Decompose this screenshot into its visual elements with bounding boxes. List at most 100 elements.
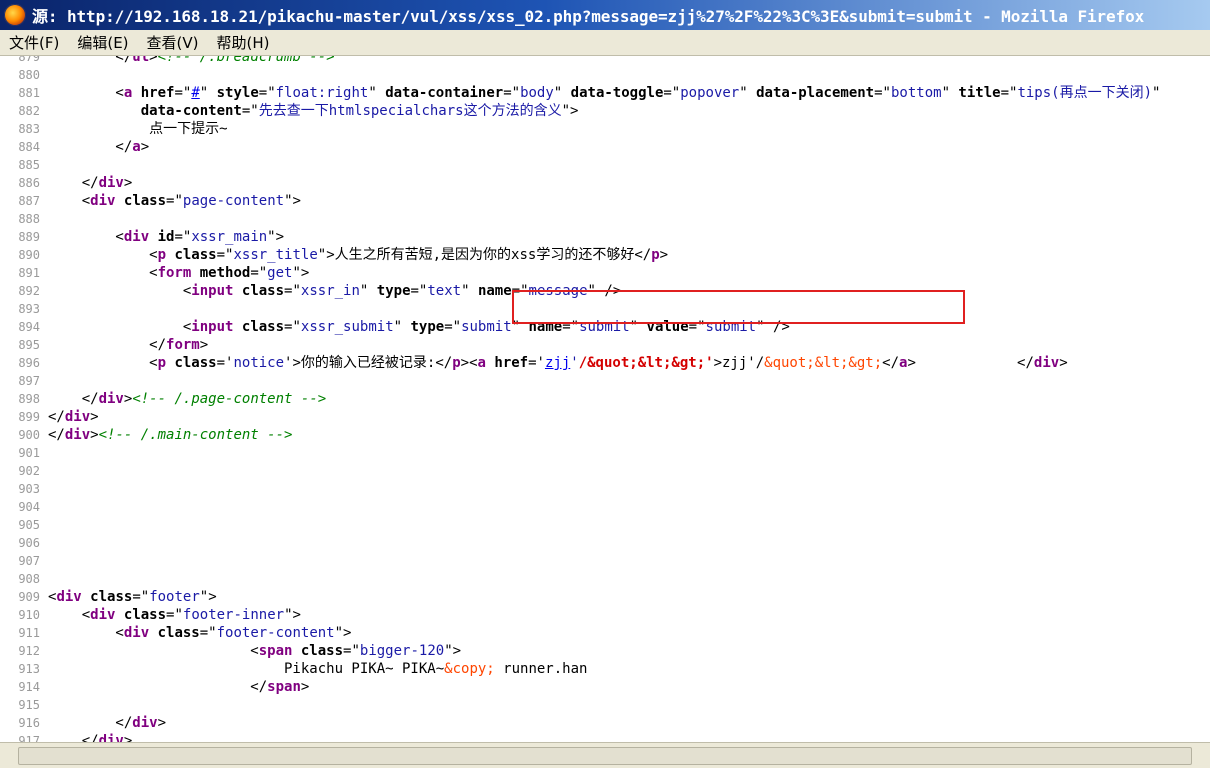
code-token: =" — [284, 319, 301, 335]
line-number: 884 — [18, 140, 40, 154]
code-token: < — [48, 625, 124, 641]
source-line: 896 <p class='notice'>你的输入已经被记录:</p><a h… — [0, 354, 1210, 372]
menu-file[interactable]: 文件(F) — [0, 32, 68, 53]
code-token: div — [123, 625, 150, 641]
scrollbar-thumb[interactable] — [18, 747, 1192, 765]
code-token: Pikachu PIKA~ PIKA~ — [48, 661, 445, 677]
code-token: p — [157, 247, 167, 263]
line-number: 886 — [18, 176, 40, 190]
code-token: '>你的输入已经被记录:</ — [284, 355, 453, 371]
code-token: data-container — [385, 85, 504, 101]
line-code: data-content="先去查一下htmlspecialchars这个方法的… — [48, 102, 579, 120]
line-number: 883 — [18, 122, 40, 136]
code-token: submit — [461, 319, 512, 335]
source-line: 881 <a href="#" style="float:right" data… — [0, 84, 1210, 102]
code-token: 先去查一下htmlspecialchars这个方法的含义 — [258, 103, 562, 119]
line-code: <div id="xssr_main"> — [48, 228, 284, 246]
menu-help[interactable]: 帮助(H) — [208, 32, 279, 53]
code-token: > — [123, 733, 133, 742]
code-token: style — [216, 85, 259, 101]
code-token: div — [64, 409, 91, 425]
code-token: </ — [48, 391, 99, 407]
source-line: 902 — [0, 462, 1210, 480]
code-token[interactable]: zjj — [545, 355, 570, 371]
line-number: 894 — [18, 320, 40, 334]
source-view[interactable]: 879 </ul><!-- /.breadcrumb --> 880 881 <a … — [0, 56, 1210, 742]
line-number: 895 — [18, 338, 40, 352]
code-token: =' — [528, 355, 545, 371]
line-number: 885 — [18, 158, 40, 172]
code-token: " — [941, 85, 959, 101]
source-line: 889 <div id="xssr_main"> — [0, 228, 1210, 246]
code-token: "> — [284, 607, 301, 623]
code-token: < — [48, 193, 91, 209]
code-token: =" — [199, 625, 217, 641]
line-number: 901 — [18, 446, 40, 460]
code-token: =" — [343, 643, 360, 659]
code-token: form — [166, 337, 200, 353]
source-line: 916 </div> — [0, 714, 1210, 732]
line-number: 888 — [18, 212, 40, 226]
line-number: 904 — [18, 500, 40, 514]
code-token: div — [64, 427, 91, 443]
source-line: 879 </ul><!-- /.breadcrumb --> — [0, 56, 1210, 66]
line-code: <form method="get"> — [48, 264, 309, 282]
source-line: 901 — [0, 444, 1210, 462]
code-token: title — [958, 85, 1001, 101]
source-line: 911 <div class="footer-content"> — [0, 624, 1210, 642]
line-number: 898 — [18, 392, 40, 406]
menu-edit[interactable]: 编辑(E) — [68, 32, 137, 53]
code-token: < — [48, 355, 158, 371]
line-number: 899 — [18, 410, 40, 424]
code-token: div — [90, 607, 116, 623]
code-token: =" — [174, 229, 192, 245]
code-token: =" — [241, 103, 259, 119]
code-token: < — [48, 319, 192, 335]
code-token: > — [659, 247, 669, 263]
code-token: name — [477, 283, 512, 299]
line-number: 897 — [18, 374, 40, 388]
line-number: 882 — [18, 104, 40, 118]
line-number: 910 — [18, 608, 40, 622]
line-code: <div class="footer"> — [48, 588, 217, 606]
code-token: p — [452, 355, 461, 371]
code-token: p — [157, 355, 167, 371]
line-code: <p class="xssr_title">人生之所有苦短,是因为你的xss学习… — [48, 246, 668, 264]
code-token: "> — [199, 589, 217, 605]
line-number: 903 — [18, 482, 40, 496]
code-token: "> — [284, 193, 301, 209]
source-line: 890 <p class="xssr_title">人生之所有苦短,是因为你的x… — [0, 246, 1210, 264]
line-code: </a> — [48, 138, 149, 156]
source-line: 906 — [0, 534, 1210, 552]
line-code: </div> — [48, 174, 133, 192]
code-token: " — [368, 85, 386, 101]
code-token: popover — [680, 85, 740, 101]
window-title: 源: http://192.168.18.21/pikachu-master/v… — [32, 7, 1145, 26]
code-token: =" — [1000, 85, 1018, 101]
code-token: class — [241, 283, 285, 299]
code-token: "> — [334, 625, 352, 641]
source-line: 903 — [0, 480, 1210, 498]
line-number: 891 — [18, 266, 40, 280]
code-token: < — [48, 607, 91, 623]
line-code: <a href="#" style="float:right" data-con… — [48, 84, 1160, 102]
horizontal-scrollbar[interactable] — [0, 742, 1210, 768]
code-token: data-content — [140, 103, 242, 119]
code-token[interactable]: # — [191, 85, 199, 101]
source-line: 897 — [0, 372, 1210, 390]
code-token: data-placement — [756, 85, 875, 101]
code-token: div — [56, 589, 82, 605]
code-token: " — [393, 319, 411, 335]
code-token: =" — [132, 589, 150, 605]
line-code: </div><!-- /.page-content --> — [48, 390, 326, 408]
code-token: =" — [444, 319, 462, 335]
code-token: > — [123, 175, 133, 191]
source-line: 884 </a> — [0, 138, 1210, 156]
source-line: 891 <form method="get"> — [0, 264, 1210, 282]
code-token: class — [123, 193, 167, 209]
line-number: 902 — [18, 464, 40, 478]
menu-view[interactable]: 查看(V) — [138, 32, 208, 53]
code-token: &quot;&lt;&gt; — [764, 355, 883, 371]
